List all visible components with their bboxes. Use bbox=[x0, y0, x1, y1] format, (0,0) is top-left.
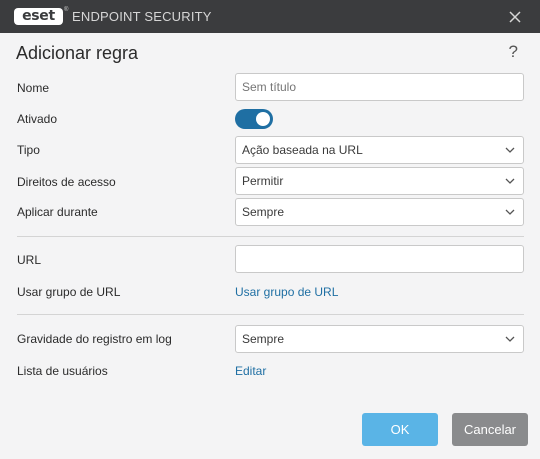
chevron-down-icon bbox=[505, 178, 515, 184]
enabled-toggle[interactable] bbox=[235, 109, 273, 129]
apply-label: Aplicar durante bbox=[17, 205, 98, 219]
url-label: URL bbox=[17, 253, 42, 267]
log-severity-select-value: Sempre bbox=[242, 332, 285, 346]
apply-select-value: Sempre bbox=[242, 205, 285, 219]
enabled-label: Ativado bbox=[17, 112, 58, 126]
cancel-button[interactable]: Cancelar bbox=[452, 413, 528, 446]
chevron-down-icon bbox=[505, 147, 515, 153]
name-label: Nome bbox=[17, 81, 50, 95]
eset-logo: eset bbox=[14, 8, 63, 25]
chevron-down-icon bbox=[505, 209, 515, 215]
access-select-value: Permitir bbox=[242, 174, 284, 188]
access-select[interactable]: Permitir bbox=[235, 167, 524, 195]
app-title: ENDPOINT SECURITY bbox=[72, 9, 212, 24]
help-icon[interactable]: ? bbox=[509, 42, 518, 62]
log-severity-label: Gravidade do registro em log bbox=[17, 332, 172, 346]
dialog-title: Adicionar regra bbox=[16, 43, 139, 63]
registered-mark: ® bbox=[64, 7, 69, 13]
type-label: Tipo bbox=[17, 143, 40, 157]
url-group-label: Usar grupo de URL bbox=[17, 285, 121, 299]
url-input[interactable] bbox=[235, 245, 524, 273]
log-severity-select[interactable]: Sempre bbox=[235, 325, 524, 353]
type-select[interactable]: Ação baseada na URL bbox=[235, 136, 524, 164]
close-icon[interactable] bbox=[506, 8, 524, 26]
users-label: Lista de usuários bbox=[17, 364, 108, 378]
chevron-down-icon bbox=[505, 336, 515, 342]
apply-select[interactable]: Sempre bbox=[235, 198, 524, 226]
type-select-value: Ação baseada na URL bbox=[242, 143, 363, 157]
section-divider bbox=[17, 236, 524, 237]
access-label: Direitos de acesso bbox=[17, 175, 116, 189]
ok-button[interactable]: OK bbox=[362, 413, 438, 446]
name-input[interactable] bbox=[235, 73, 524, 101]
title-bar: eset ® ENDPOINT SECURITY bbox=[0, 0, 540, 33]
users-edit-link[interactable]: Editar bbox=[235, 364, 266, 378]
url-group-link[interactable]: Usar grupo de URL bbox=[235, 285, 338, 299]
toggle-knob bbox=[256, 112, 270, 126]
section-divider bbox=[17, 314, 524, 315]
